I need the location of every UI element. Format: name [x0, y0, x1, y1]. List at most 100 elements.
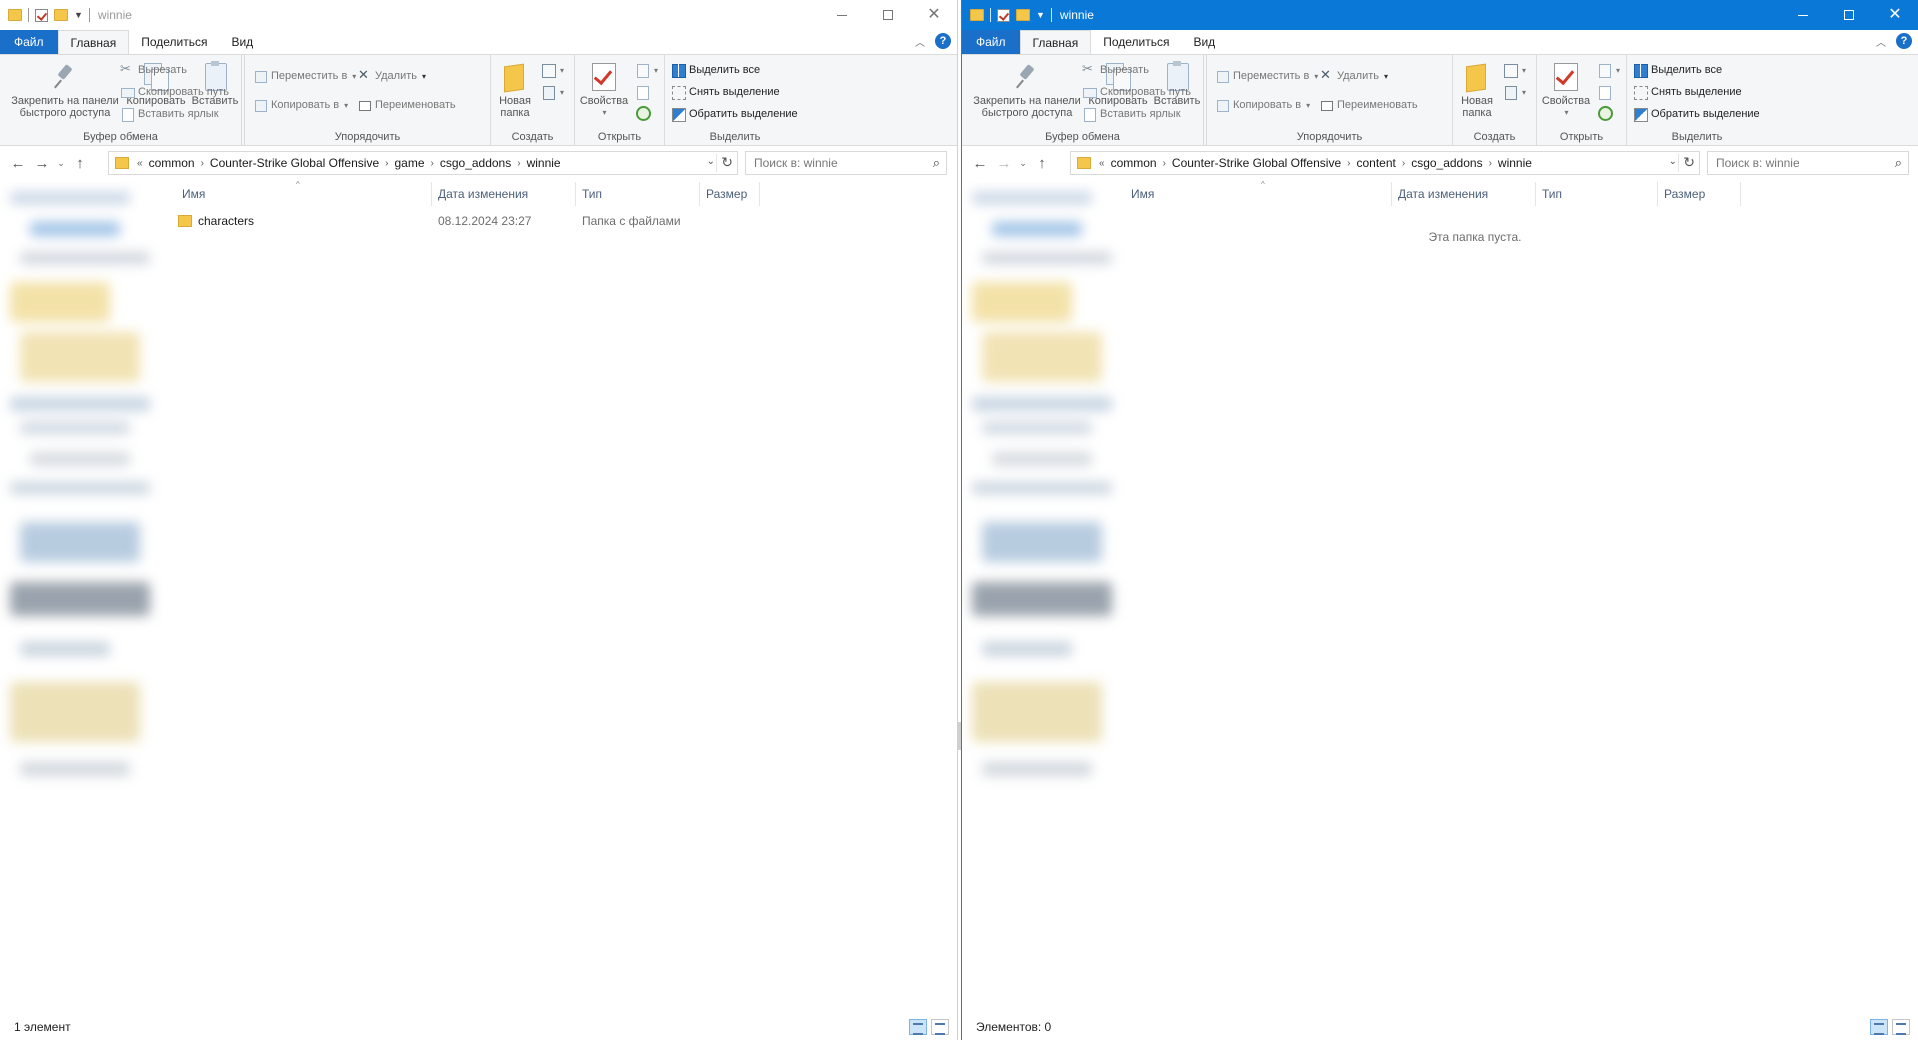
edit-button[interactable]	[635, 85, 649, 100]
breadcrumb-separator-chevron-icon[interactable]: ›	[429, 158, 436, 169]
recent-locations-chevron-down-icon[interactable]: ⌄	[1016, 158, 1030, 169]
breadcrumb-separator-chevron-icon[interactable]: ›	[199, 158, 206, 169]
properties-icon[interactable]	[35, 8, 48, 22]
close-button[interactable]: ✕	[911, 0, 957, 30]
column-header-type[interactable]: Тип	[1536, 182, 1658, 206]
copy-to-button[interactable]: Копировать в ▾	[1215, 98, 1310, 112]
pin-to-quick-access-button[interactable]: Закрепить на панели быстрого доступа	[6, 61, 124, 119]
breadcrumb-common[interactable]: common	[145, 156, 199, 170]
tab-share[interactable]: Поделиться	[129, 30, 219, 54]
copy-to-button[interactable]: Копировать в ▾	[253, 98, 348, 112]
file-list[interactable]: ^ Имя Дата изменения Тип Размер Эта папк…	[1125, 180, 1918, 1014]
tab-home[interactable]: Главная	[1019, 30, 1092, 54]
column-header-date[interactable]: Дата изменения	[1392, 182, 1536, 206]
up-arrow-icon[interactable]: ↑	[1030, 155, 1054, 172]
open-button[interactable]: ▾	[1597, 63, 1620, 78]
delete-button[interactable]: Удалить ▾	[357, 67, 426, 83]
overflow-crumb[interactable]: «	[135, 158, 145, 169]
tab-share[interactable]: Поделиться	[1091, 30, 1181, 54]
details-view-icon[interactable]	[909, 1019, 927, 1035]
table-row[interactable]: characters 08.12.2024 23:27 Папка с файлам…	[176, 210, 957, 232]
copy-path-button[interactable]: Скопировать путь	[120, 85, 229, 99]
window-divider-grip[interactable]	[958, 722, 961, 750]
copy-path-button[interactable]: Скопировать путь	[1082, 85, 1191, 99]
forward-arrow-icon[interactable]: →	[992, 155, 1016, 172]
properties-button[interactable]: Свойства ▾	[579, 61, 629, 119]
maximize-button[interactable]	[865, 0, 911, 30]
customize-toolbar-chevron-icon[interactable]: ▼	[74, 10, 83, 20]
breadcrumb-separator-chevron-icon[interactable]: ›	[1400, 158, 1407, 169]
customize-toolbar-chevron-icon[interactable]: ▼	[1036, 10, 1045, 20]
large-icons-view-icon[interactable]	[931, 1019, 949, 1035]
select-none-button[interactable]: Снять выделение	[671, 85, 780, 100]
search-box[interactable]: Поиск в: winnie ⌕	[1707, 151, 1909, 175]
new-item-button[interactable]: ▾	[1503, 63, 1526, 78]
new-folder-icon[interactable]	[54, 9, 68, 21]
properties-button[interactable]: Свойства ▾	[1541, 61, 1591, 119]
rename-button[interactable]: Переименовать	[1319, 98, 1418, 112]
refresh-icon[interactable]: ↻	[1683, 154, 1695, 171]
up-arrow-icon[interactable]: ↑	[68, 155, 92, 172]
breadcrumb-content[interactable]: content	[1352, 156, 1399, 170]
breadcrumb-game[interactable]: game	[390, 156, 428, 170]
title-bar[interactable]: ▼ winnie ✕	[962, 0, 1918, 30]
invert-selection-button[interactable]: Обратить выделение	[671, 107, 798, 122]
select-none-button[interactable]: Снять выделение	[1633, 85, 1742, 100]
breadcrumb-winnie[interactable]: winnie	[523, 156, 565, 170]
address-bar[interactable]: « common › Counter-Strike Global Offensive…	[1070, 151, 1700, 175]
select-all-button[interactable]: Выделить все	[671, 63, 760, 78]
rename-button[interactable]: Переименовать	[357, 98, 456, 112]
breadcrumb-separator-chevron-icon[interactable]: ›	[1345, 158, 1352, 169]
minimize-button[interactable]	[1780, 0, 1826, 30]
close-button[interactable]: ✕	[1872, 0, 1918, 30]
forward-arrow-icon[interactable]: →	[30, 155, 54, 172]
history-button[interactable]	[1597, 105, 1613, 121]
new-folder-button[interactable]: Новая папка	[1457, 61, 1497, 119]
file-list[interactable]: ^ Имя Дата изменения Тип Размер characte…	[176, 180, 957, 1014]
tab-file[interactable]: Файл	[0, 30, 58, 54]
cut-button[interactable]: Вырезать	[120, 61, 187, 77]
easy-access-button[interactable]: ▾	[1503, 85, 1526, 100]
invert-selection-button[interactable]: Обратить выделение	[1633, 107, 1760, 122]
cut-button[interactable]: Вырезать	[1082, 61, 1149, 77]
new-folder-button[interactable]: Новая папка	[495, 61, 535, 119]
breadcrumb-separator-chevron-icon[interactable]: ›	[1487, 158, 1494, 169]
new-item-button[interactable]: ▾	[541, 63, 564, 78]
help-icon[interactable]: ?	[935, 33, 951, 49]
column-header-name[interactable]: Имя	[176, 182, 432, 206]
help-icon[interactable]: ?	[1896, 33, 1912, 49]
collapse-ribbon-chevron-up-icon[interactable]: ︿	[915, 34, 925, 49]
paste-shortcut-button[interactable]: Вставить ярлык	[120, 107, 219, 122]
back-arrow-icon[interactable]: ←	[968, 155, 992, 172]
select-all-button[interactable]: Выделить все	[1633, 63, 1722, 78]
back-arrow-icon[interactable]: ←	[6, 155, 30, 172]
breadcrumb-winnie[interactable]: winnie	[1494, 156, 1536, 170]
navigation-pane[interactable]	[962, 182, 1138, 934]
pin-to-quick-access-button[interactable]: Закрепить на панели быстрого доступа	[968, 61, 1086, 119]
refresh-icon[interactable]: ↻	[721, 154, 733, 171]
column-header-name[interactable]: Имя	[1125, 182, 1392, 206]
address-history-chevron-down-icon[interactable]: ⌄	[707, 156, 715, 167]
tab-home[interactable]: Главная	[57, 30, 130, 54]
details-view-icon[interactable]	[1870, 1019, 1888, 1035]
column-header-type[interactable]: Тип	[576, 182, 700, 206]
maximize-button[interactable]	[1826, 0, 1872, 30]
breadcrumb-separator-chevron-icon[interactable]: ›	[1161, 158, 1168, 169]
navigation-pane[interactable]	[0, 182, 176, 934]
recent-locations-chevron-down-icon[interactable]: ⌄	[54, 158, 68, 169]
address-bar[interactable]: « common › Counter-Strike Global Offensive…	[108, 151, 738, 175]
properties-icon[interactable]	[997, 8, 1010, 22]
new-folder-icon[interactable]	[1016, 9, 1030, 21]
collapse-ribbon-chevron-up-icon[interactable]: ︿	[1876, 34, 1886, 49]
easy-access-button[interactable]: ▾	[541, 85, 564, 100]
breadcrumb-common[interactable]: common	[1107, 156, 1161, 170]
minimize-button[interactable]	[819, 0, 865, 30]
breadcrumb-counter-strike-global-offensive[interactable]: Counter-Strike Global Offensive	[206, 156, 383, 170]
address-history-chevron-down-icon[interactable]: ⌄	[1669, 156, 1677, 167]
delete-button[interactable]: Удалить ▾	[1319, 67, 1388, 83]
history-button[interactable]	[635, 105, 651, 121]
overflow-crumb[interactable]: «	[1097, 158, 1107, 169]
open-button[interactable]: ▾	[635, 63, 658, 78]
breadcrumb-csgo-addons[interactable]: csgo_addons	[1407, 156, 1486, 170]
tab-view[interactable]: Вид	[219, 30, 265, 54]
